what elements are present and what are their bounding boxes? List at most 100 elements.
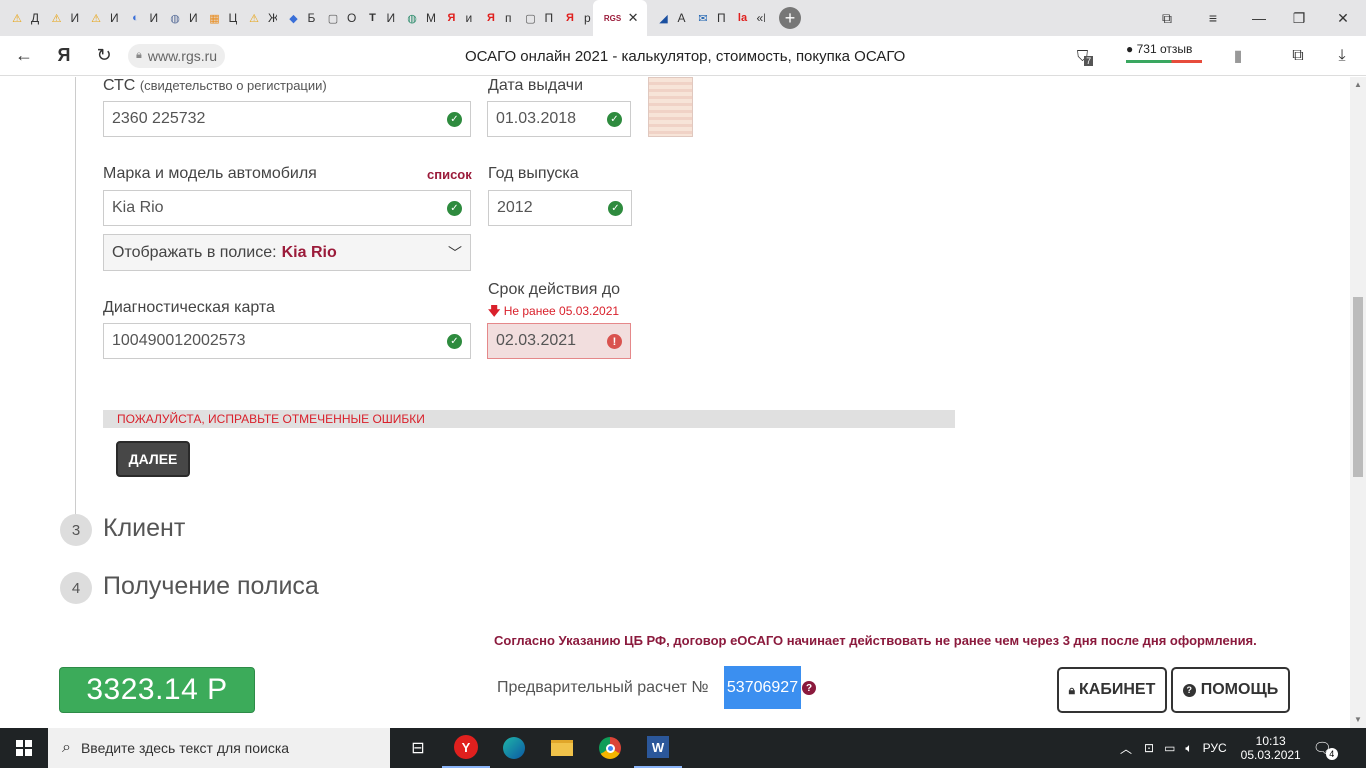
- chevron-up-icon[interactable]: ︿: [1120, 740, 1132, 757]
- chrome-icon[interactable]: [586, 728, 634, 768]
- tab-label: Ц: [228, 11, 238, 25]
- grid-icon: ▦: [209, 12, 220, 25]
- edge-icon[interactable]: [490, 728, 538, 768]
- close-tab-icon[interactable]: ✕: [628, 10, 639, 26]
- browser-tab-5[interactable]: ▦ Ц: [198, 0, 238, 36]
- question-icon[interactable]: ?: [802, 681, 816, 695]
- browser-tab-13[interactable]: ▢ П: [514, 0, 554, 36]
- cabinet-label: КАБИНЕТ: [1079, 681, 1156, 698]
- clock[interactable]: 10:13 05.03.2021: [1241, 734, 1301, 762]
- notification-count: 4: [1325, 748, 1338, 760]
- tab-label: И: [386, 11, 396, 25]
- browser-tab-8[interactable]: ▢ О: [316, 0, 356, 36]
- diag-card-input[interactable]: 100490012002573 ✓: [103, 323, 471, 359]
- menu-icon[interactable]: ≡: [1190, 0, 1236, 36]
- step-3-title[interactable]: Клиент: [103, 514, 185, 543]
- scroll-up-icon[interactable]: ▲: [1353, 80, 1363, 89]
- new-tab-button[interactable]: +: [779, 7, 801, 29]
- close-window-button[interactable]: ✕: [1320, 0, 1366, 36]
- browser-tab-6[interactable]: ⚠ Ж: [237, 0, 276, 36]
- cbr-notice: Согласно Указанию ЦБ РФ, договор еОСАГО …: [494, 633, 1257, 648]
- back-button[interactable]: ←: [4, 36, 44, 76]
- chevron-down-icon: ﹀: [448, 245, 462, 261]
- next-button[interactable]: ДАЛЕЕ: [116, 441, 190, 477]
- step-4-title[interactable]: Получение полиса: [103, 572, 319, 601]
- browser-tab-16[interactable]: ◢ А: [647, 0, 687, 36]
- make-model-value: Kia Rio: [112, 199, 164, 216]
- url-field[interactable]: 🔒︎ www.rgs.ru: [128, 43, 226, 68]
- reload-icon[interactable]: ↻: [84, 36, 124, 76]
- bookmark-icon[interactable]: ▮: [1224, 36, 1252, 76]
- calc-number[interactable]: 53706927: [724, 666, 801, 709]
- shield-icon: ◆: [289, 12, 298, 25]
- meet-now-icon[interactable]: ⊡: [1144, 741, 1154, 755]
- tab-label: А: [677, 11, 686, 25]
- sts-sample-thumbnail[interactable]: [648, 77, 693, 137]
- scroll-thumb[interactable]: [1353, 297, 1363, 477]
- make-model-input[interactable]: Kia Rio ✓: [103, 190, 471, 226]
- step-connector-line: [75, 77, 76, 517]
- taskbar-search-input[interactable]: ⌕ Введите здесь текст для поиска: [48, 728, 390, 768]
- reviews-badge[interactable]: ● 731 отзыв: [1126, 42, 1202, 63]
- valid-until-input[interactable]: 02.03.2021 !: [487, 323, 631, 359]
- browser-tab-15[interactable]: RGS ✕: [592, 0, 647, 36]
- yandex-alert-icon: ⚠: [91, 12, 101, 25]
- browser-tab-4[interactable]: ◍ И: [158, 0, 197, 36]
- list-link[interactable]: список: [427, 167, 472, 182]
- collections-add-icon[interactable]: ⧉: [1284, 36, 1312, 76]
- page-scrollbar[interactable]: ▲ ▼: [1350, 77, 1366, 728]
- yandex-browser-icon[interactable]: Y: [442, 728, 490, 768]
- step-4-number: 4: [60, 572, 92, 604]
- browser-tab-7[interactable]: ◆ Б: [277, 0, 317, 36]
- download-icon[interactable]: ⤓: [1328, 36, 1356, 76]
- protect-icon[interactable]: ⛉ 7: [1070, 36, 1100, 76]
- browser-tab-2[interactable]: ⚠ И: [79, 0, 119, 36]
- valid-until-label: Срок действия до: [488, 281, 621, 298]
- browser-tab-10[interactable]: ◍ М: [395, 0, 434, 36]
- search-placeholder: Введите здесь текст для поиска: [80, 740, 290, 756]
- language-indicator[interactable]: РУС: [1203, 741, 1227, 755]
- scroll-down-icon[interactable]: ▼: [1353, 715, 1363, 724]
- browser-tab-18[interactable]: la «I: [726, 0, 765, 36]
- sts-sublabel: (свидетельство о регистрации): [139, 78, 327, 93]
- collections-icon[interactable]: ⧉: [1144, 0, 1190, 36]
- clock-date: 05.03.2021: [1240, 748, 1301, 762]
- year-input[interactable]: 2012 ✓: [488, 190, 632, 226]
- browser-tab-12[interactable]: Яп: [474, 0, 514, 36]
- display-in-policy-select[interactable]: Отображать в полисе: Kia Rio ﹀: [103, 234, 471, 271]
- task-view-icon[interactable]: ⊟: [394, 728, 442, 768]
- browser-tab-11[interactable]: Яи: [435, 0, 475, 36]
- tab-label: И: [110, 11, 119, 25]
- tab-label: Д: [31, 11, 40, 25]
- network-icon[interactable]: ▭: [1164, 741, 1175, 755]
- browser-tab-1[interactable]: ⚠ И: [40, 0, 80, 36]
- tab-label: И: [149, 11, 159, 25]
- system-tray: ︿ ⊡ ▭ 🔈︎ РУС 10:13 05.03.2021 🗨︎ 4: [1120, 728, 1338, 768]
- cabinet-button[interactable]: 🔒︎ КАБИНЕТ: [1057, 667, 1167, 713]
- word-icon[interactable]: W: [634, 728, 682, 768]
- windows-start-icon[interactable]: [0, 728, 48, 768]
- protect-count: 7: [1084, 56, 1094, 66]
- tab-label: О: [347, 11, 356, 25]
- browser-tab-3[interactable]: ◐ И: [119, 0, 159, 36]
- browser-tab-14[interactable]: Яр: [553, 0, 593, 36]
- yandex-icon: Я: [566, 12, 574, 24]
- tab-label: П: [544, 11, 554, 25]
- document-icon: ▢: [327, 12, 339, 25]
- yandex-home-icon[interactable]: Я: [44, 36, 84, 76]
- yandex-alert-icon: ⚠: [51, 12, 62, 25]
- sts-label: СТС (свидетельство о регистрации): [103, 77, 327, 94]
- help-button[interactable]: ? ПОМОЩЬ: [1171, 667, 1290, 713]
- notification-icon[interactable]: 🗨︎ 4: [1313, 739, 1338, 760]
- speaker-icon[interactable]: 🔈︎: [1185, 741, 1192, 756]
- browser-tab-0[interactable]: ⚠ Д: [0, 0, 40, 36]
- tab-label: И: [70, 11, 80, 25]
- sticky-bottom-bar: 3323.14 Р Предварительный расчет № 53706…: [0, 650, 1350, 728]
- issue-date-value: 01.03.2018: [496, 110, 577, 127]
- browser-tab-9[interactable]: TИ: [356, 0, 396, 36]
- browser-tab-17[interactable]: ✉ П: [686, 0, 725, 36]
- restore-button[interactable]: ❐: [1276, 0, 1322, 36]
- sts-input[interactable]: 2360 225732 ✓: [103, 101, 471, 137]
- issue-date-input[interactable]: 01.03.2018 ✓: [487, 101, 631, 137]
- file-explorer-icon[interactable]: [538, 728, 586, 768]
